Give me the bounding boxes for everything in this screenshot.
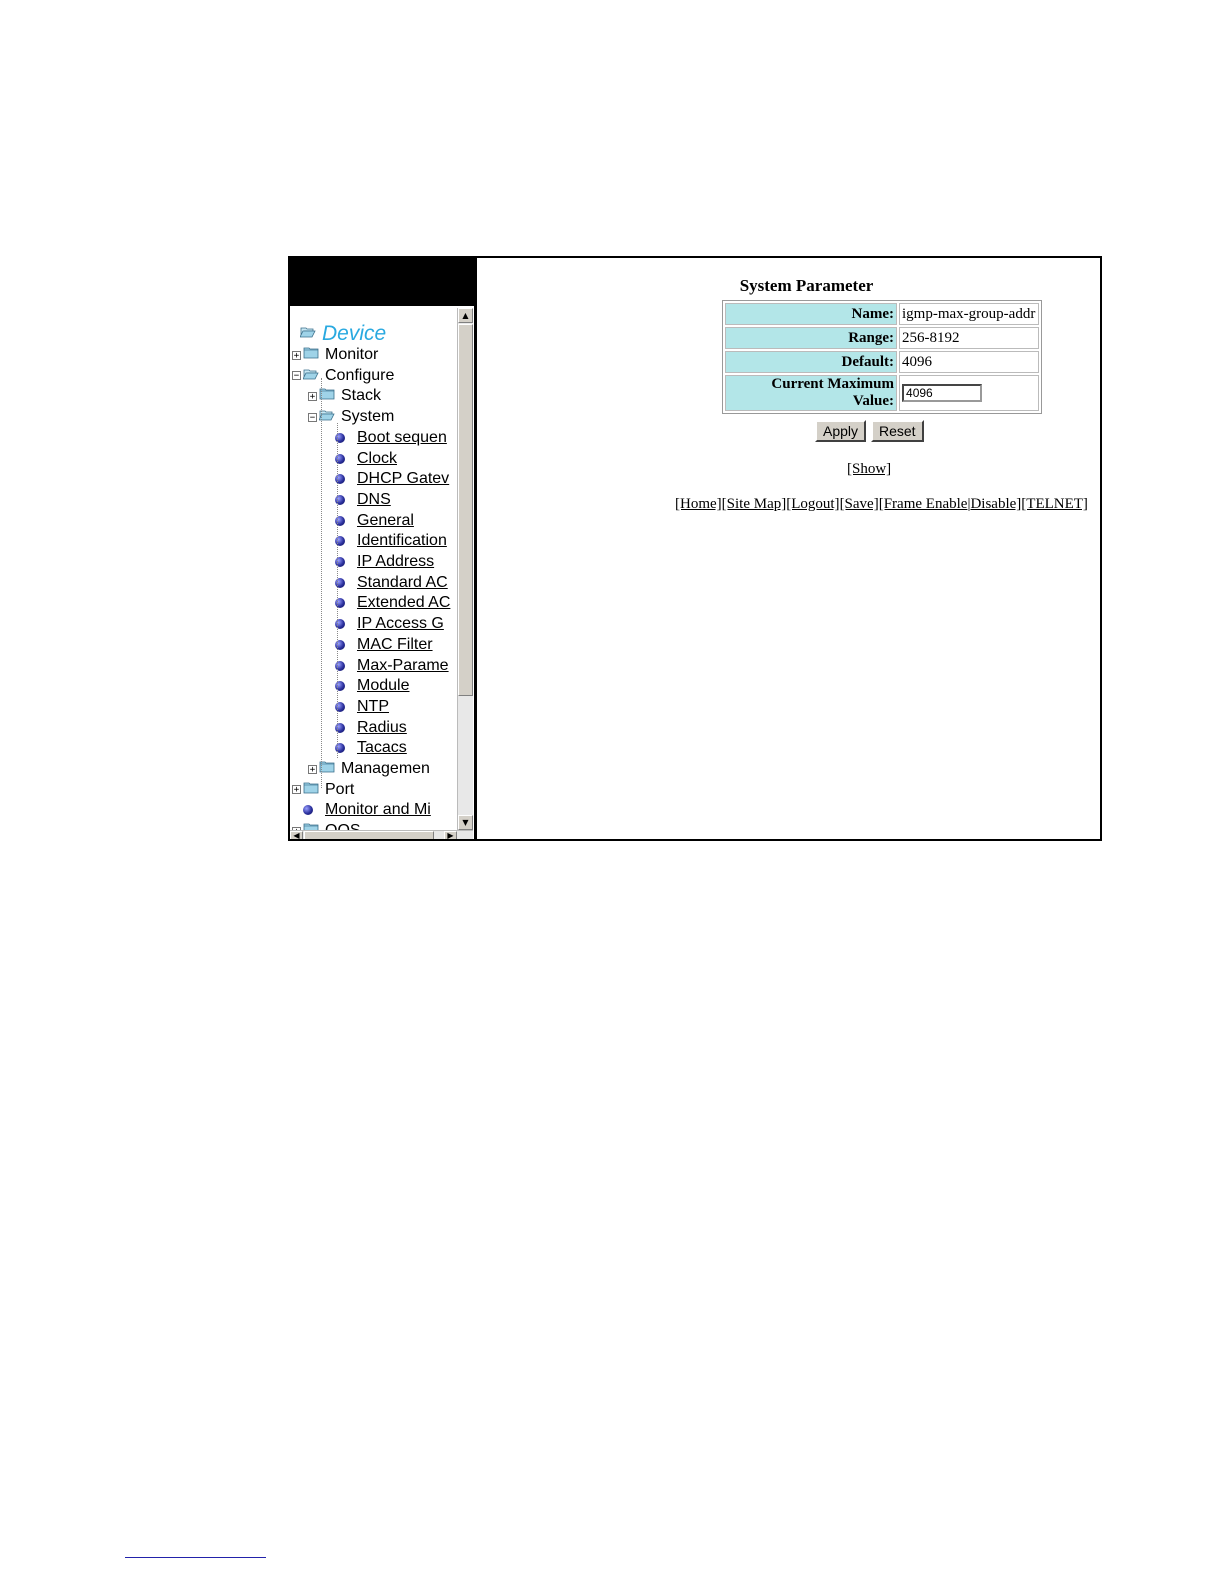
scroll-up-button[interactable]: ▲ xyxy=(458,308,473,323)
page-title: System Parameter xyxy=(739,276,874,295)
parameter-table: Name: igmp-max-group-addr Range: 256-819… xyxy=(722,300,1042,414)
tree-item[interactable]: Identification xyxy=(324,531,447,551)
tree-connector xyxy=(321,378,322,788)
tree-root-label: Device xyxy=(322,322,387,345)
footer-navigation: [Home][Site Map][Logout][Save][Frame Ena… xyxy=(675,496,1088,513)
expand-icon[interactable]: + xyxy=(292,350,301,360)
current-maximum-input[interactable] xyxy=(902,384,983,402)
content-pane: System Parameter Name: igmp-max-group-ad… xyxy=(477,258,1100,839)
tree-item-label[interactable]: Clock xyxy=(357,450,397,468)
table-row: Current Maximum Value: xyxy=(725,375,1039,411)
tree-item[interactable]: + Managemen xyxy=(308,759,430,779)
tree-item-label[interactable]: IP Address xyxy=(357,553,434,571)
tree-item-label[interactable]: Standard AC xyxy=(357,574,448,592)
tree-item-label[interactable]: Extended AC xyxy=(357,594,450,612)
tree-item-label[interactable]: Radius xyxy=(357,719,407,737)
tree-item[interactable]: +QOS xyxy=(292,821,361,830)
expand-icon[interactable]: + xyxy=(308,391,317,401)
tree-item[interactable]: + Monitor xyxy=(292,345,378,365)
tree-item-label: System xyxy=(341,408,395,426)
tree-item-label[interactable]: Identification xyxy=(357,532,447,550)
reset-button[interactable]: Reset xyxy=(871,420,924,442)
name-value: igmp-max-group-addr xyxy=(899,303,1039,325)
save-link[interactable]: [Save] xyxy=(840,496,879,512)
expand-icon[interactable]: + xyxy=(308,764,317,774)
tree-item[interactable]: Extended AC xyxy=(324,593,450,613)
expand-icon[interactable]: + xyxy=(292,785,301,795)
tree-item-label: Port xyxy=(325,780,355,798)
tree-item[interactable]: Standard AC xyxy=(324,573,448,593)
tree-item-label[interactable]: DNS xyxy=(357,491,391,509)
collapse-icon[interactable]: − xyxy=(292,371,301,381)
show-link[interactable]: [Show] xyxy=(847,461,891,478)
default-value: 4096 xyxy=(899,351,1039,373)
tree-item-label: Managemen xyxy=(341,760,430,777)
apply-button[interactable]: Apply xyxy=(815,420,867,442)
folder-icon xyxy=(303,822,325,830)
tree-item[interactable]: Boot sequen xyxy=(324,428,447,448)
current-maximum-cell xyxy=(899,375,1039,411)
tree-item[interactable]: Monitor and Mi xyxy=(292,800,431,820)
scroll-left-button[interactable]: ◀ xyxy=(290,831,303,839)
scroll-right-button[interactable]: ▶ xyxy=(444,831,457,839)
tree-item-label: Stack xyxy=(341,387,382,405)
navigation-pane: Device + Monitor − Configure + Stack − System Boo… xyxy=(290,258,477,839)
tree-item[interactable]: MAC Filter xyxy=(324,635,433,655)
tree-item-label[interactable]: Max-Parame xyxy=(357,657,449,675)
table-row: Default: 4096 xyxy=(725,351,1039,373)
horizontal-scroll-thumb[interactable] xyxy=(304,831,434,839)
horizontal-scrollbar[interactable]: ◀ ▶ xyxy=(290,830,473,839)
tree-item[interactable]: + Stack xyxy=(308,386,381,406)
disable-link[interactable]: Disable] xyxy=(970,496,1021,512)
folder-icon xyxy=(303,346,325,364)
tree-item-label: Monitor xyxy=(325,346,379,363)
default-label: Default: xyxy=(725,351,898,373)
range-value: 256-8192 xyxy=(899,327,1039,349)
telnet-link[interactable]: [TELNET] xyxy=(1021,496,1088,512)
tree-root-device[interactable]: Device xyxy=(299,322,387,345)
folder-icon xyxy=(319,387,341,405)
footnote-divider xyxy=(125,1557,266,1558)
tree-item[interactable]: + Port xyxy=(292,780,354,800)
scroll-down-button[interactable]: ▼ xyxy=(458,815,473,830)
tree-item-label[interactable]: IP Access G xyxy=(357,615,444,633)
tree-item-label[interactable]: Boot sequen xyxy=(357,429,447,447)
tree-item-label[interactable]: MAC Filter xyxy=(357,636,433,654)
tree-item[interactable]: NTP xyxy=(324,697,389,717)
tree-item-label[interactable]: Tacacs xyxy=(357,739,407,757)
tree-item-label[interactable]: Module xyxy=(357,677,409,695)
scroll-thumb[interactable] xyxy=(458,324,473,696)
range-label: Range: xyxy=(725,327,898,349)
vertical-scrollbar[interactable]: ▲ ▼ xyxy=(457,308,473,830)
home-link[interactable]: [Home] xyxy=(675,496,722,512)
tree-item[interactable]: − Configure xyxy=(292,366,394,386)
tree-item-label[interactable]: DHCP Gatev xyxy=(357,470,449,488)
navigation-tree[interactable]: Device + Monitor − Configure + Stack − System Boo… xyxy=(290,308,457,830)
site-map-link[interactable]: [Site Map] xyxy=(722,496,787,512)
tree-item[interactable]: Clock xyxy=(324,449,397,469)
tree-connector xyxy=(337,423,338,758)
folder-open-icon xyxy=(299,325,322,343)
tree-item[interactable]: IP Address xyxy=(324,552,434,572)
tree-item-label: QOS xyxy=(325,822,361,830)
header-banner xyxy=(290,258,474,306)
tree-item[interactable]: Max-Parame xyxy=(324,656,449,676)
table-row: Name: igmp-max-group-addr xyxy=(725,303,1039,325)
tree-item-label[interactable]: Monitor and Mi xyxy=(325,801,431,819)
browser-frame: Device + Monitor − Configure + Stack − System Boo… xyxy=(288,256,1102,841)
collapse-icon[interactable]: − xyxy=(308,412,317,422)
logout-link[interactable]: [Logout] xyxy=(786,496,839,512)
tree-item[interactable]: DHCP Gatev xyxy=(324,469,449,489)
tree-item-label[interactable]: NTP xyxy=(357,698,389,716)
table-row: Range: 256-8192 xyxy=(725,327,1039,349)
tree-item[interactable]: DNS xyxy=(324,490,391,510)
tree-item-label[interactable]: General xyxy=(357,512,414,530)
folder-icon xyxy=(319,760,341,778)
name-label: Name: xyxy=(725,303,898,325)
bullet-icon xyxy=(303,805,313,816)
current-maximum-label: Current Maximum Value: xyxy=(725,375,898,411)
tree-item[interactable]: IP Access G xyxy=(324,614,444,634)
frame-enable-link[interactable]: [Frame Enable xyxy=(879,496,968,512)
tree-item-label: Configure xyxy=(325,366,395,384)
